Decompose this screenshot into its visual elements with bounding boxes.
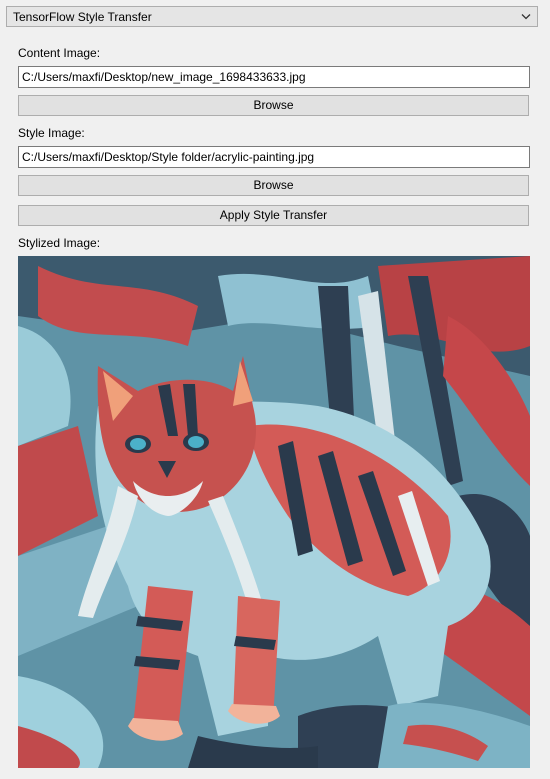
stylized-image-label: Stylized Image:	[18, 236, 101, 250]
chevron-down-icon	[521, 14, 531, 20]
stylized-image	[18, 256, 530, 768]
content-image-label: Content Image:	[18, 46, 101, 60]
style-transfer-dropdown[interactable]: TensorFlow Style Transfer	[6, 6, 538, 27]
apply-style-transfer-button[interactable]: Apply Style Transfer	[18, 205, 529, 226]
style-image-path-input[interactable]	[18, 146, 530, 168]
content-browse-button[interactable]: Browse	[18, 95, 529, 116]
content-image-path-input[interactable]	[18, 66, 530, 88]
style-image-label: Style Image:	[18, 126, 85, 140]
stylized-cat-painting	[18, 256, 530, 768]
style-browse-button[interactable]: Browse	[18, 175, 529, 196]
dropdown-selected-value: TensorFlow Style Transfer	[13, 10, 152, 24]
